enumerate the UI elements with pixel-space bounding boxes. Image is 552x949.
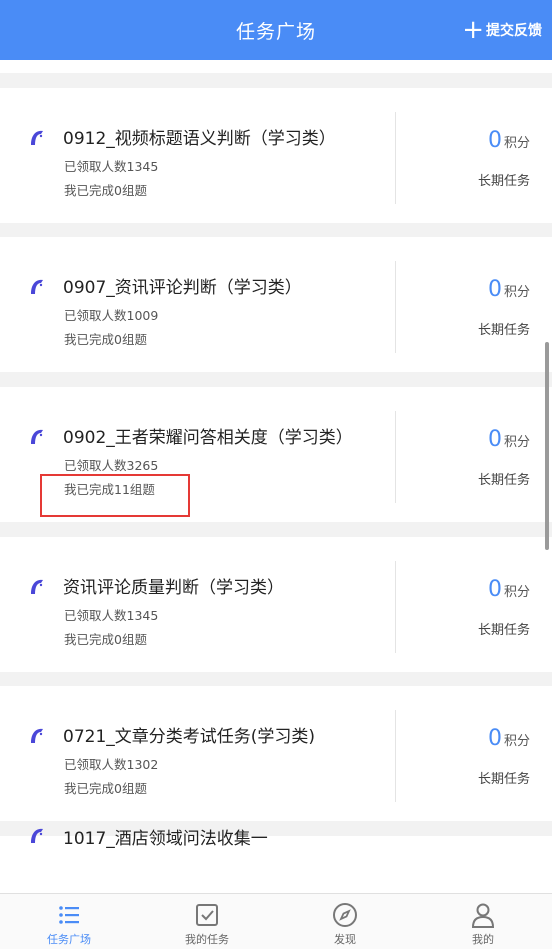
scrollbar[interactable] bbox=[545, 342, 549, 550]
bottom-tab-bar: 任务广场 我的任务 发现 我的 bbox=[0, 893, 552, 949]
task-duration: 长期任务 bbox=[477, 323, 530, 338]
points-value: 0 bbox=[487, 427, 502, 452]
task-title: 0902_王者荣耀问答相关度（学习类） bbox=[63, 428, 353, 448]
tab-me[interactable]: 我的 bbox=[414, 894, 552, 949]
claimed-count: 已领取人数1302 bbox=[64, 757, 159, 772]
completed-count: 我已完成0组题 bbox=[64, 781, 147, 796]
task-duration: 长期任务 bbox=[477, 473, 530, 488]
claimed-count: 已领取人数1345 bbox=[64, 159, 159, 174]
task-duration: 长期任务 bbox=[477, 772, 530, 787]
task-icon bbox=[31, 130, 43, 145]
completed-count: 我已完成0组题 bbox=[64, 183, 147, 198]
tab-my-tasks[interactable]: 我的任务 bbox=[138, 894, 276, 949]
submit-feedback-label: 提交反馈 bbox=[486, 23, 542, 39]
points: 0 积分 bbox=[488, 427, 530, 452]
plus-icon: + bbox=[462, 15, 484, 45]
list-item-partial-top bbox=[0, 60, 552, 73]
points-unit: 积分 bbox=[503, 435, 530, 450]
points: 0 积分 bbox=[488, 277, 530, 302]
divider bbox=[395, 710, 396, 802]
list-icon bbox=[59, 906, 79, 924]
submit-feedback-button[interactable]: + 提交反馈 bbox=[462, 0, 542, 60]
points-unit: 积分 bbox=[503, 734, 530, 749]
tab-label: 我的 bbox=[472, 933, 494, 946]
divider bbox=[395, 261, 396, 353]
task-title: 0907_资讯评论判断（学习类） bbox=[63, 278, 302, 298]
page-title: 任务广场 bbox=[235, 20, 316, 43]
task-title: 0912_视频标题语义判断（学习类） bbox=[63, 129, 336, 149]
claimed-count: 已领取人数1009 bbox=[64, 308, 159, 323]
task-duration: 长期任务 bbox=[477, 623, 530, 638]
points-value: 0 bbox=[487, 726, 502, 751]
claimed-count: 已领取人数3265 bbox=[64, 458, 159, 473]
checkbox-icon bbox=[196, 904, 218, 926]
divider bbox=[395, 561, 396, 653]
app-header: 任务广场 + 提交反馈 bbox=[0, 0, 552, 60]
completed-count: 我已完成0组题 bbox=[64, 332, 147, 347]
points: 0 积分 bbox=[488, 726, 530, 751]
tab-task-square[interactable]: 任务广场 bbox=[0, 894, 138, 949]
claimed-count: 已领取人数1345 bbox=[64, 608, 159, 623]
completed-count: 我已完成0组题 bbox=[64, 632, 147, 647]
tab-label: 任务广场 bbox=[47, 933, 91, 946]
points-value: 0 bbox=[487, 277, 502, 302]
tab-label: 我的任务 bbox=[185, 933, 229, 946]
tab-discover[interactable]: 发现 bbox=[276, 894, 414, 949]
divider bbox=[395, 411, 396, 503]
points: 0 积分 bbox=[488, 577, 530, 602]
task-title: 资讯评论质量判断（学习类） bbox=[63, 578, 284, 598]
points-unit: 积分 bbox=[503, 585, 530, 600]
task-card[interactable]: 0907_资讯评论判断（学习类） 已领取人数1009 我已完成0组题 0 积分 … bbox=[0, 237, 552, 372]
tab-label: 发现 bbox=[334, 933, 356, 946]
points-unit: 积分 bbox=[503, 136, 530, 151]
divider bbox=[395, 112, 396, 204]
compass-icon bbox=[333, 903, 357, 927]
task-icon bbox=[31, 429, 43, 444]
task-card[interactable]: 0721_文章分类考试任务(学习类) 已领取人数1302 我已完成0组题 0 积… bbox=[0, 686, 552, 821]
highlight-box bbox=[40, 474, 190, 517]
person-icon bbox=[471, 903, 495, 928]
points-value: 0 bbox=[487, 128, 502, 153]
task-card[interactable]: 0912_视频标题语义判断（学习类） 已领取人数1345 我已完成0组题 0 积… bbox=[0, 88, 552, 223]
task-icon bbox=[31, 579, 43, 594]
points: 0 积分 bbox=[488, 128, 530, 153]
task-title-partial: 1017_酒店领域问法收集一 bbox=[63, 829, 268, 849]
task-icon bbox=[31, 728, 43, 743]
task-duration: 长期任务 bbox=[477, 174, 530, 189]
task-card[interactable]: 资讯评论质量判断（学习类） 已领取人数1345 我已完成0组题 0 积分 长期任… bbox=[0, 537, 552, 672]
points-value: 0 bbox=[487, 577, 502, 602]
points-unit: 积分 bbox=[503, 285, 530, 300]
task-title: 0721_文章分类考试任务(学习类) bbox=[63, 727, 316, 747]
task-icon bbox=[31, 828, 43, 843]
task-icon bbox=[31, 279, 43, 294]
